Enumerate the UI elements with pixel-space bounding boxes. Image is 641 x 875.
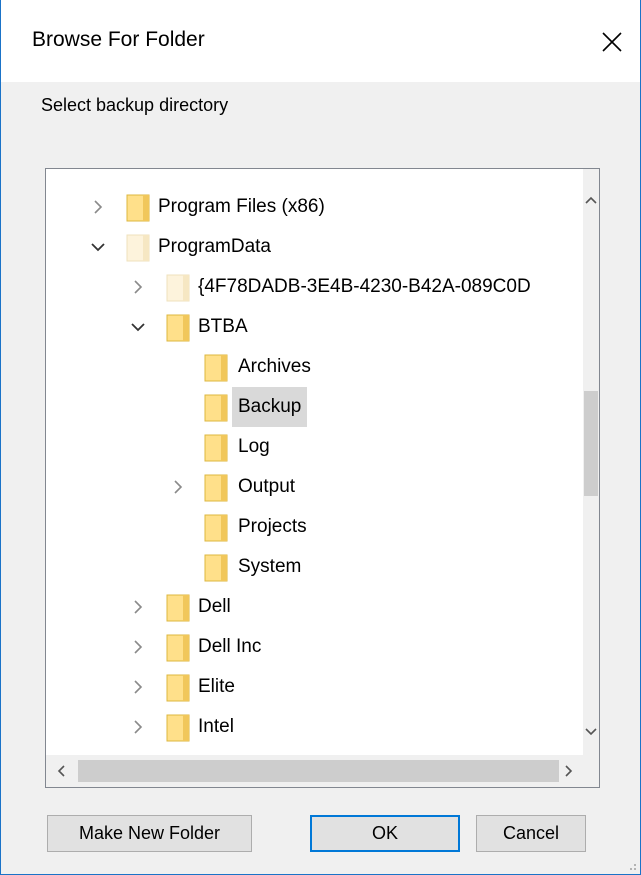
folder-icon <box>204 553 228 589</box>
folder-icon <box>166 313 190 349</box>
cancel-button[interactable]: Cancel <box>476 815 586 852</box>
resize-grip-icon[interactable] <box>625 859 637 871</box>
tree-item-label: Output <box>238 476 296 497</box>
tree-item[interactable]: Archives <box>46 347 584 387</box>
tree-item-label: Program Files (x86) <box>158 196 325 217</box>
chevron-left-icon <box>57 765 65 777</box>
tree-item-label: Log <box>238 436 270 457</box>
close-icon <box>602 32 622 52</box>
close-button[interactable] <box>584 14 640 70</box>
expand-chevron-icon[interactable] <box>128 637 148 657</box>
tree-item[interactable]: Dell Inc <box>46 627 584 667</box>
folder-icon <box>166 633 190 669</box>
tree-item[interactable]: System <box>46 547 584 587</box>
folder-icon <box>126 193 150 229</box>
folder-icon <box>204 433 228 469</box>
dialog-title: Browse For Folder <box>32 28 205 51</box>
tree-item[interactable]: Dell <box>46 587 584 627</box>
chevron-right-icon <box>565 765 573 777</box>
folder-tree-list: Program Files (x86) ProgramData {4F78DADB-… <box>46 169 584 755</box>
collapse-chevron-icon[interactable] <box>128 317 148 337</box>
tree-item[interactable]: ProgramData <box>46 227 584 267</box>
expand-chevron-icon[interactable] <box>128 717 148 737</box>
folder-icon <box>204 513 228 549</box>
scroll-up-button[interactable] <box>583 189 599 211</box>
folder-icon <box>166 273 190 309</box>
tree-item[interactable]: BTBA <box>46 307 584 347</box>
chevron-up-icon <box>585 196 597 204</box>
tree-item-label: Dell Inc <box>198 636 262 657</box>
folder-icon <box>166 713 190 749</box>
tree-item-label: ProgramData <box>158 236 271 257</box>
expand-chevron-icon[interactable] <box>88 197 108 217</box>
tree-item-label: Intel <box>198 716 234 737</box>
tree-item-label: System <box>238 556 302 577</box>
folder-icon <box>126 233 150 269</box>
instruction-text: Select backup directory <box>41 95 229 115</box>
horizontal-scrollbar[interactable] <box>46 755 599 787</box>
expand-chevron-icon[interactable] <box>128 597 148 617</box>
tree-item[interactable]: Projects <box>46 507 584 547</box>
tree-item[interactable]: Intel <box>46 707 584 747</box>
folder-icon <box>204 353 228 389</box>
browse-for-folder-dialog: Browse For Folder Select backup director… <box>0 0 641 875</box>
tree-item-label: Elite <box>198 676 235 697</box>
folder-icon <box>204 393 228 429</box>
expand-chevron-icon[interactable] <box>128 677 148 697</box>
folder-icon <box>166 673 190 709</box>
folder-icon <box>166 593 190 629</box>
ok-button[interactable]: OK <box>310 815 460 852</box>
vertical-scroll-thumb[interactable] <box>584 391 598 496</box>
expand-chevron-icon[interactable] <box>168 477 188 497</box>
scroll-down-button[interactable] <box>583 721 599 743</box>
tree-item-label: BTBA <box>198 316 248 337</box>
title-bar[interactable]: Browse For Folder <box>1 0 640 82</box>
horizontal-scroll-thumb[interactable] <box>78 760 559 782</box>
tree-item[interactable]: Output <box>46 467 584 507</box>
expand-chevron-icon[interactable] <box>128 277 148 297</box>
tree-item-label: {4F78DADB-3E4B-4230-B42A-089C0D <box>198 276 531 297</box>
tree-item-label: Projects <box>238 516 307 537</box>
tree-item-label: Archives <box>238 356 311 377</box>
collapse-chevron-icon[interactable] <box>88 237 108 257</box>
tree-item[interactable]: Program Files (x86) <box>46 187 584 227</box>
tree-item[interactable]: Log <box>46 427 584 467</box>
scroll-right-button[interactable] <box>558 760 580 782</box>
folder-icon <box>204 473 228 509</box>
tree-item[interactable]: Elite <box>46 667 584 707</box>
chevron-down-icon <box>585 728 597 736</box>
tree-item[interactable]: {4F78DADB-3E4B-4230-B42A-089C0D <box>46 267 584 307</box>
make-new-folder-button[interactable]: Make New Folder <box>47 815 252 852</box>
tree-item[interactable]: Backup <box>46 387 584 427</box>
scroll-left-button[interactable] <box>50 760 72 782</box>
folder-tree[interactable]: Program Files (x86) ProgramData {4F78DADB-… <box>45 168 600 788</box>
tree-item-label: Dell <box>198 596 231 617</box>
tree-item-label: Backup <box>232 387 308 427</box>
vertical-scrollbar[interactable] <box>583 169 599 755</box>
